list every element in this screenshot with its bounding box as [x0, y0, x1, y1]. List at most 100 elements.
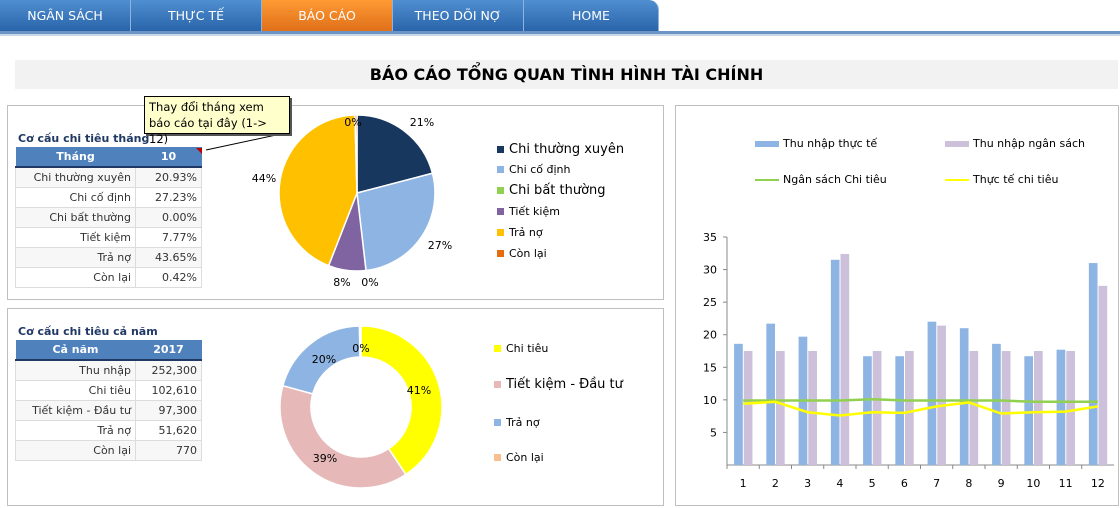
bar: [734, 343, 743, 465]
data-label: 27%: [428, 239, 452, 252]
bar: [1066, 351, 1075, 465]
y-tick-label: 20: [703, 329, 717, 342]
legend-item: Tiết kiệm: [497, 205, 560, 218]
legend-label: Chi cố định: [509, 163, 571, 176]
legend-item: Trả nợ: [497, 226, 543, 239]
bar: [959, 328, 969, 465]
legend-label: Tiết kiệm: [509, 205, 560, 218]
x-tick-label: 11: [1059, 477, 1073, 490]
legend-swatch: [497, 187, 504, 194]
legend-swatch: [497, 146, 504, 153]
legend-swatch: [497, 208, 504, 215]
legend-item: Còn lại: [494, 451, 544, 464]
legend-item: Ngân sách Chi tiêu: [755, 173, 887, 186]
legend-label: Trả nợ: [506, 416, 540, 429]
legend-swatch: [494, 419, 501, 426]
x-tick-label: 9: [998, 477, 1005, 490]
data-label: 8%: [333, 276, 350, 289]
legend-label: Chi bất thường: [509, 183, 606, 198]
legend-swatch: [494, 345, 501, 352]
legend-label: Trả nợ: [509, 226, 543, 239]
bar: [1001, 351, 1011, 465]
legend-label: Còn lại: [506, 451, 544, 464]
bar: [840, 253, 850, 465]
legend-swatch: [755, 140, 779, 147]
pie-slice: [360, 325, 443, 476]
legend-item: Chi thường xuyên: [497, 142, 624, 157]
series-line: [743, 400, 1099, 417]
legend-item: Còn lại: [497, 247, 547, 260]
legend-item: Chi tiêu: [494, 342, 548, 355]
x-tick-label: 6: [901, 477, 908, 490]
y-tick-label: 10: [703, 394, 717, 407]
legend-item: Thực tế chi tiêu: [945, 173, 1058, 186]
legend-label: Chi tiêu: [506, 342, 549, 355]
bar: [743, 351, 753, 465]
legend-swatch: [945, 140, 969, 147]
data-label: 21%: [410, 116, 434, 129]
bar: [872, 351, 882, 465]
data-label: 20%: [312, 353, 336, 366]
bar: [905, 351, 914, 465]
data-label: 0%: [361, 276, 378, 289]
data-label: 39%: [313, 452, 337, 465]
bar: [808, 351, 817, 465]
bar: [766, 323, 776, 465]
bar: [1088, 263, 1098, 465]
pie-slice: [279, 384, 407, 489]
legend-label: Ngân sách Chi tiêu: [783, 173, 887, 186]
bar: [937, 325, 946, 465]
y-tick-label: 30: [703, 264, 717, 277]
y-tick-label: 15: [703, 361, 717, 374]
bar: [969, 351, 979, 465]
series-line: [743, 397, 1098, 404]
legend-swatch: [497, 250, 504, 257]
legend-swatch: [945, 178, 969, 181]
x-tick-label: 7: [933, 477, 940, 490]
legend-label: Còn lại: [509, 247, 547, 260]
x-tick-label: 10: [1026, 477, 1040, 490]
bar: [1056, 349, 1066, 465]
legend-label: Thu nhập thực tế: [783, 137, 878, 150]
tooltip-arrow: [205, 131, 291, 151]
legend-swatch: [755, 178, 779, 181]
bar: [830, 259, 840, 465]
bar: [1024, 356, 1034, 465]
x-tick-label: 3: [804, 477, 811, 490]
comment-marker: [196, 148, 202, 154]
bar: [992, 343, 1001, 465]
legend-item: Chi bất thường: [497, 183, 606, 198]
legend-label: Tiết kiệm - Đầu tư: [506, 377, 623, 392]
data-label: 0%: [352, 342, 369, 355]
bar: [927, 321, 937, 465]
legend-label: Thực tế chi tiêu: [973, 173, 1059, 186]
y-tick-label: 35: [703, 231, 717, 244]
x-tick-label: 12: [1091, 477, 1105, 490]
legend-label: Thu nhập ngân sách: [973, 137, 1085, 150]
legend-swatch: [494, 454, 501, 461]
charts: 21%27%8%44%0%0%41%39%20%0%51015202530351…: [196, 114, 1114, 490]
x-tick-label: 2: [772, 477, 779, 490]
legend-swatch: [497, 166, 504, 173]
x-tick-label: 1: [740, 477, 747, 490]
legend-item: Chi cố định: [497, 163, 570, 176]
y-tick-label: 5: [710, 426, 717, 439]
data-label: 41%: [407, 384, 431, 397]
bar: [776, 351, 785, 465]
legend-item: Tiết kiệm - Đầu tư: [494, 377, 623, 392]
bar: [1098, 285, 1108, 465]
x-tick-label: 5: [869, 477, 876, 490]
x-tick-label: 8: [965, 477, 972, 490]
legend-item: Thu nhập ngân sách: [945, 137, 1085, 150]
legend-label: Chi thường xuyên: [509, 142, 625, 157]
bar: [863, 356, 872, 465]
data-label: 44%: [252, 172, 276, 185]
legend-item: Trả nợ: [494, 416, 540, 429]
month-tooltip: Thay đổi tháng xem báo cáo tại đây (1-> …: [144, 96, 290, 146]
legend-swatch: [497, 229, 504, 236]
y-tick-label: 25: [703, 296, 717, 309]
legend-item: Thu nhập thực tế: [755, 137, 877, 150]
data-label: 0%: [344, 116, 361, 129]
bar: [895, 356, 905, 465]
x-tick-label: 4: [836, 477, 843, 490]
